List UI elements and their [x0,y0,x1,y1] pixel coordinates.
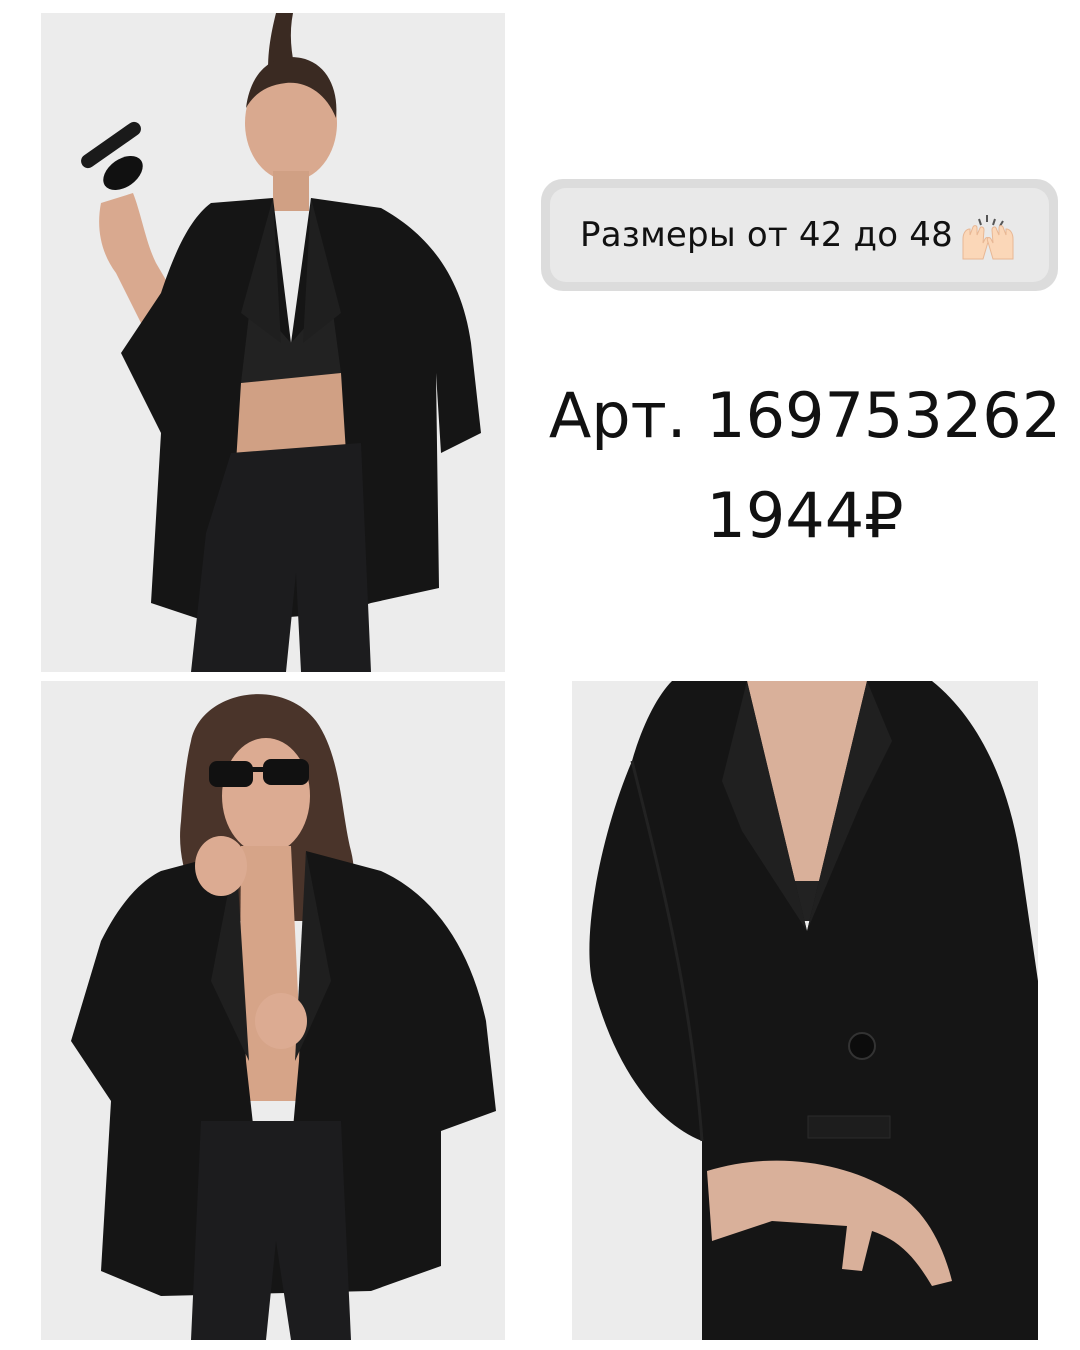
sizes-text: Размеры от 42 до 48 [580,215,953,255]
jacket-closeup-illustration [572,681,1038,1340]
photo-model-full-sunglasses-in-hand [41,13,505,672]
raising-hands-icon [957,209,1019,261]
photo-jacket-closeup [572,681,1038,1340]
photo-model-sunglasses-on [41,681,505,1340]
article-number: Арт. 169753262 [548,379,1062,452]
model-photo-illustration-2 [41,681,505,1340]
price: 1944₽ [706,479,904,552]
sizes-badge-inner: Размеры от 42 до 48 [550,188,1049,282]
sizes-badge: Размеры от 42 до 48 [541,179,1058,291]
model-photo-illustration [41,13,505,672]
